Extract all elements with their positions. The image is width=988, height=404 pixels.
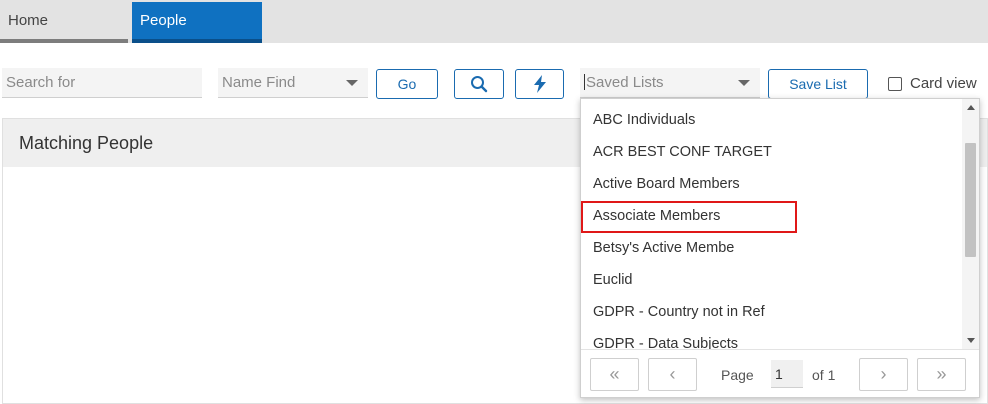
double-chevron-left-icon: « bbox=[609, 364, 620, 384]
list-item[interactable]: GDPR - Country not in Ref bbox=[581, 297, 963, 329]
scroll-down-icon[interactable] bbox=[967, 338, 975, 343]
chevron-left-icon: ‹ bbox=[669, 364, 676, 384]
list-item[interactable]: ACR BEST CONF TARGET bbox=[581, 137, 963, 169]
name-find-value: Name Find bbox=[222, 74, 296, 91]
save-list-button[interactable]: Save List bbox=[768, 69, 868, 99]
last-page-button[interactable]: » bbox=[917, 358, 966, 391]
first-page-button[interactable]: « bbox=[590, 358, 639, 391]
saved-lists-select[interactable]: Saved Lists bbox=[580, 68, 760, 98]
lightning-icon bbox=[533, 75, 546, 93]
list-item[interactable]: ABC Individuals bbox=[581, 105, 963, 137]
list-item[interactable]: Euclid bbox=[581, 265, 963, 297]
search-icon bbox=[471, 76, 488, 93]
page-label: Page bbox=[721, 367, 754, 383]
tab-people[interactable]: People bbox=[132, 2, 262, 43]
list-item-highlighted[interactable]: Associate Members bbox=[581, 201, 797, 233]
dropdown-pager: « ‹ Page of 1 › » bbox=[581, 349, 979, 397]
chevron-down-icon bbox=[346, 80, 358, 86]
list-item[interactable]: Betsy's Active Membe bbox=[581, 233, 963, 265]
chevron-right-icon: › bbox=[880, 364, 887, 384]
dropdown-scrollbar[interactable] bbox=[962, 99, 979, 349]
name-find-select[interactable]: Name Find bbox=[218, 68, 368, 98]
double-chevron-right-icon: » bbox=[936, 364, 947, 384]
list-item[interactable]: GDPR - Data Subjects bbox=[581, 329, 963, 349]
page-number-input[interactable] bbox=[771, 360, 803, 388]
next-page-button[interactable]: › bbox=[859, 358, 908, 391]
saved-lists-options: ABC Individuals ACR BEST CONF TARGET Act… bbox=[581, 99, 963, 349]
text-cursor bbox=[584, 74, 585, 90]
list-item[interactable]: Active Board Members bbox=[581, 169, 963, 201]
tab-bar: Home People bbox=[0, 0, 988, 43]
tab-home[interactable]: Home bbox=[0, 2, 128, 43]
quick-action-button[interactable] bbox=[515, 69, 564, 99]
search-button[interactable] bbox=[454, 69, 504, 99]
card-view-label: Card view bbox=[910, 75, 977, 92]
page-count: of 1 bbox=[812, 367, 836, 383]
go-button[interactable]: Go bbox=[376, 69, 438, 99]
search-input[interactable] bbox=[2, 68, 202, 98]
card-view-toggle[interactable]: Card view bbox=[888, 75, 977, 92]
scrollbar-thumb[interactable] bbox=[965, 143, 976, 257]
chevron-down-icon bbox=[738, 80, 750, 86]
saved-lists-placeholder: Saved Lists bbox=[586, 74, 664, 91]
saved-lists-dropdown: ABC Individuals ACR BEST CONF TARGET Act… bbox=[580, 98, 980, 398]
card-view-checkbox[interactable] bbox=[888, 76, 902, 91]
previous-page-button[interactable]: ‹ bbox=[648, 358, 697, 391]
scroll-up-icon[interactable] bbox=[967, 105, 975, 110]
